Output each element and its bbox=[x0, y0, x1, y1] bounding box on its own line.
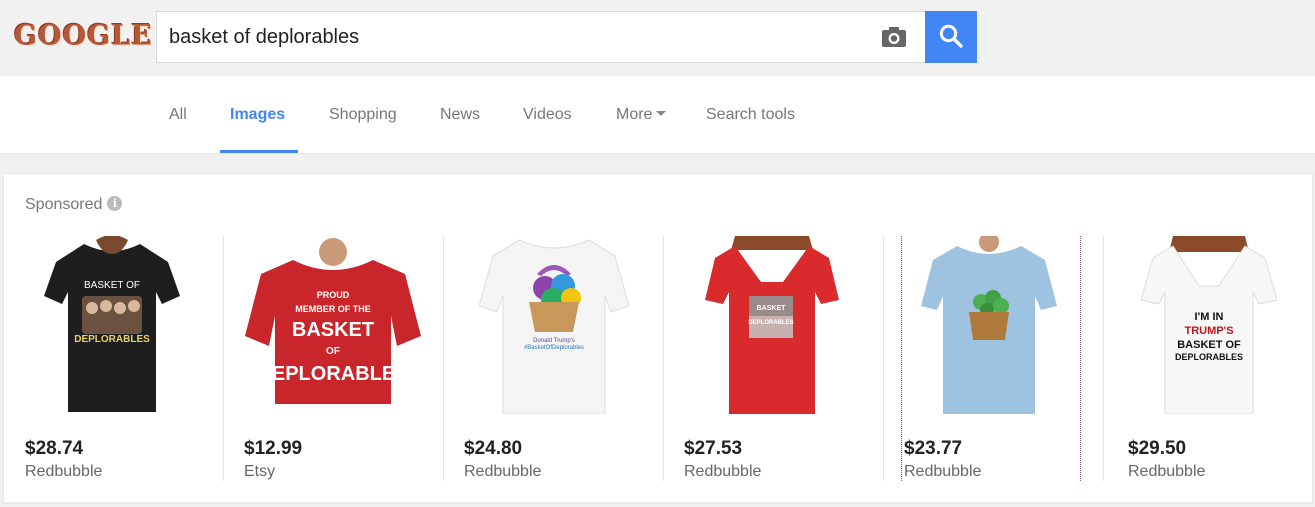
tab-more-label: More bbox=[616, 106, 653, 123]
tab-news[interactable]: News bbox=[440, 76, 480, 154]
product-card[interactable]: $23.77 Redbubble bbox=[883, 236, 1103, 481]
print-text-line: BASKET bbox=[292, 319, 374, 341]
print-text-line: BASKET OF bbox=[84, 280, 140, 291]
product-card[interactable]: BASKET OF DEPLORABLES $28.74 Redbubble bbox=[25, 236, 245, 481]
product-price: $28.74 bbox=[25, 438, 84, 459]
product-price: $12.99 bbox=[244, 438, 303, 459]
print-text-line: DEPLORABLES bbox=[748, 320, 793, 326]
tab-images[interactable]: Images bbox=[230, 76, 285, 154]
product-image[interactable]: Donald Trump's #BasketOfDeplorables bbox=[479, 236, 629, 414]
product-divider bbox=[443, 236, 444, 481]
search-icon bbox=[938, 23, 964, 52]
print-text-line: I'M IN bbox=[1195, 311, 1224, 323]
tab-more[interactable]: More bbox=[616, 76, 667, 154]
print-text-line: DEPLORABLES bbox=[257, 363, 408, 385]
product-price: $23.77 bbox=[904, 438, 963, 459]
product-image[interactable]: BASKET OF DEPLORABLES bbox=[44, 236, 180, 414]
product-image[interactable]: PROUD MEMBER OF THE BASKET OF DEPLORABLE… bbox=[245, 236, 421, 414]
product-price: $27.53 bbox=[684, 438, 743, 459]
print-text-line: BASKET bbox=[757, 305, 787, 312]
product-card[interactable]: PROUD MEMBER OF THE BASKET OF DEPLORABLE… bbox=[223, 236, 443, 481]
print-text-line: DEPLORABLES bbox=[74, 334, 150, 345]
print-text-line: OF bbox=[326, 346, 340, 357]
print-text-line: TRUMP'S bbox=[1184, 325, 1233, 337]
product-image[interactable]: BASKET DEPLORABLES bbox=[705, 236, 839, 414]
product-divider bbox=[223, 236, 224, 481]
tab-videos[interactable]: Videos bbox=[523, 76, 572, 154]
print-text-line: DEPLORABLES bbox=[1175, 352, 1243, 362]
sponsored-heading: Sponsored i bbox=[25, 195, 123, 214]
product-seller[interactable]: Redbubble bbox=[464, 463, 541, 481]
product-price: $24.80 bbox=[464, 438, 523, 459]
search-input[interactable] bbox=[169, 12, 859, 62]
tab-all[interactable]: All bbox=[169, 76, 187, 154]
product-card[interactable]: BASKET DEPLORABLES $27.53 Redbubble bbox=[663, 236, 883, 481]
print-text-line: PROUD bbox=[317, 290, 350, 300]
product-price: $29.50 bbox=[1128, 438, 1187, 459]
header: GOOGLE bbox=[0, 0, 1315, 76]
product-card[interactable]: Donald Trump's #BasketOfDeplorables $24.… bbox=[443, 236, 663, 481]
google-logo[interactable]: GOOGLE bbox=[14, 19, 153, 52]
print-text-line: MEMBER OF THE bbox=[295, 304, 371, 314]
product-seller[interactable]: Redbubble bbox=[684, 463, 761, 481]
product-seller[interactable]: Redbubble bbox=[1128, 463, 1205, 481]
product-divider bbox=[663, 236, 664, 481]
sponsored-label: Sponsored bbox=[25, 196, 103, 213]
print-text-line: BASKET OF bbox=[1177, 339, 1241, 351]
search-tabs: All Images Shopping News Videos More Sea… bbox=[0, 76, 1315, 154]
info-icon[interactable]: i bbox=[107, 195, 123, 211]
product-seller[interactable]: Etsy bbox=[244, 463, 275, 481]
search-box[interactable] bbox=[156, 11, 926, 63]
product-seller[interactable]: Redbubble bbox=[25, 463, 102, 481]
product-card[interactable]: I'M IN TRUMP'S BASKET OF DEPLORABLES $29… bbox=[1103, 236, 1315, 481]
camera-icon[interactable] bbox=[879, 24, 909, 50]
product-image[interactable] bbox=[921, 236, 1057, 414]
chevron-down-icon bbox=[656, 111, 667, 117]
product-seller[interactable]: Redbubble bbox=[904, 463, 981, 481]
product-divider bbox=[1103, 236, 1104, 481]
active-tab-indicator bbox=[220, 150, 298, 153]
tab-shopping[interactable]: Shopping bbox=[329, 76, 397, 154]
product-divider bbox=[883, 236, 884, 481]
product-image[interactable]: I'M IN TRUMP'S BASKET OF DEPLORABLES bbox=[1141, 236, 1277, 414]
sponsored-products-card: Sponsored i BASKET OF DEPLORABLES $28.74 … bbox=[3, 173, 1313, 503]
print-text-line: Donald Trump's bbox=[533, 338, 575, 344]
tab-search-tools[interactable]: Search tools bbox=[706, 76, 795, 154]
search-button[interactable] bbox=[925, 11, 977, 63]
print-text-line: #BasketOfDeplorables bbox=[524, 345, 584, 351]
